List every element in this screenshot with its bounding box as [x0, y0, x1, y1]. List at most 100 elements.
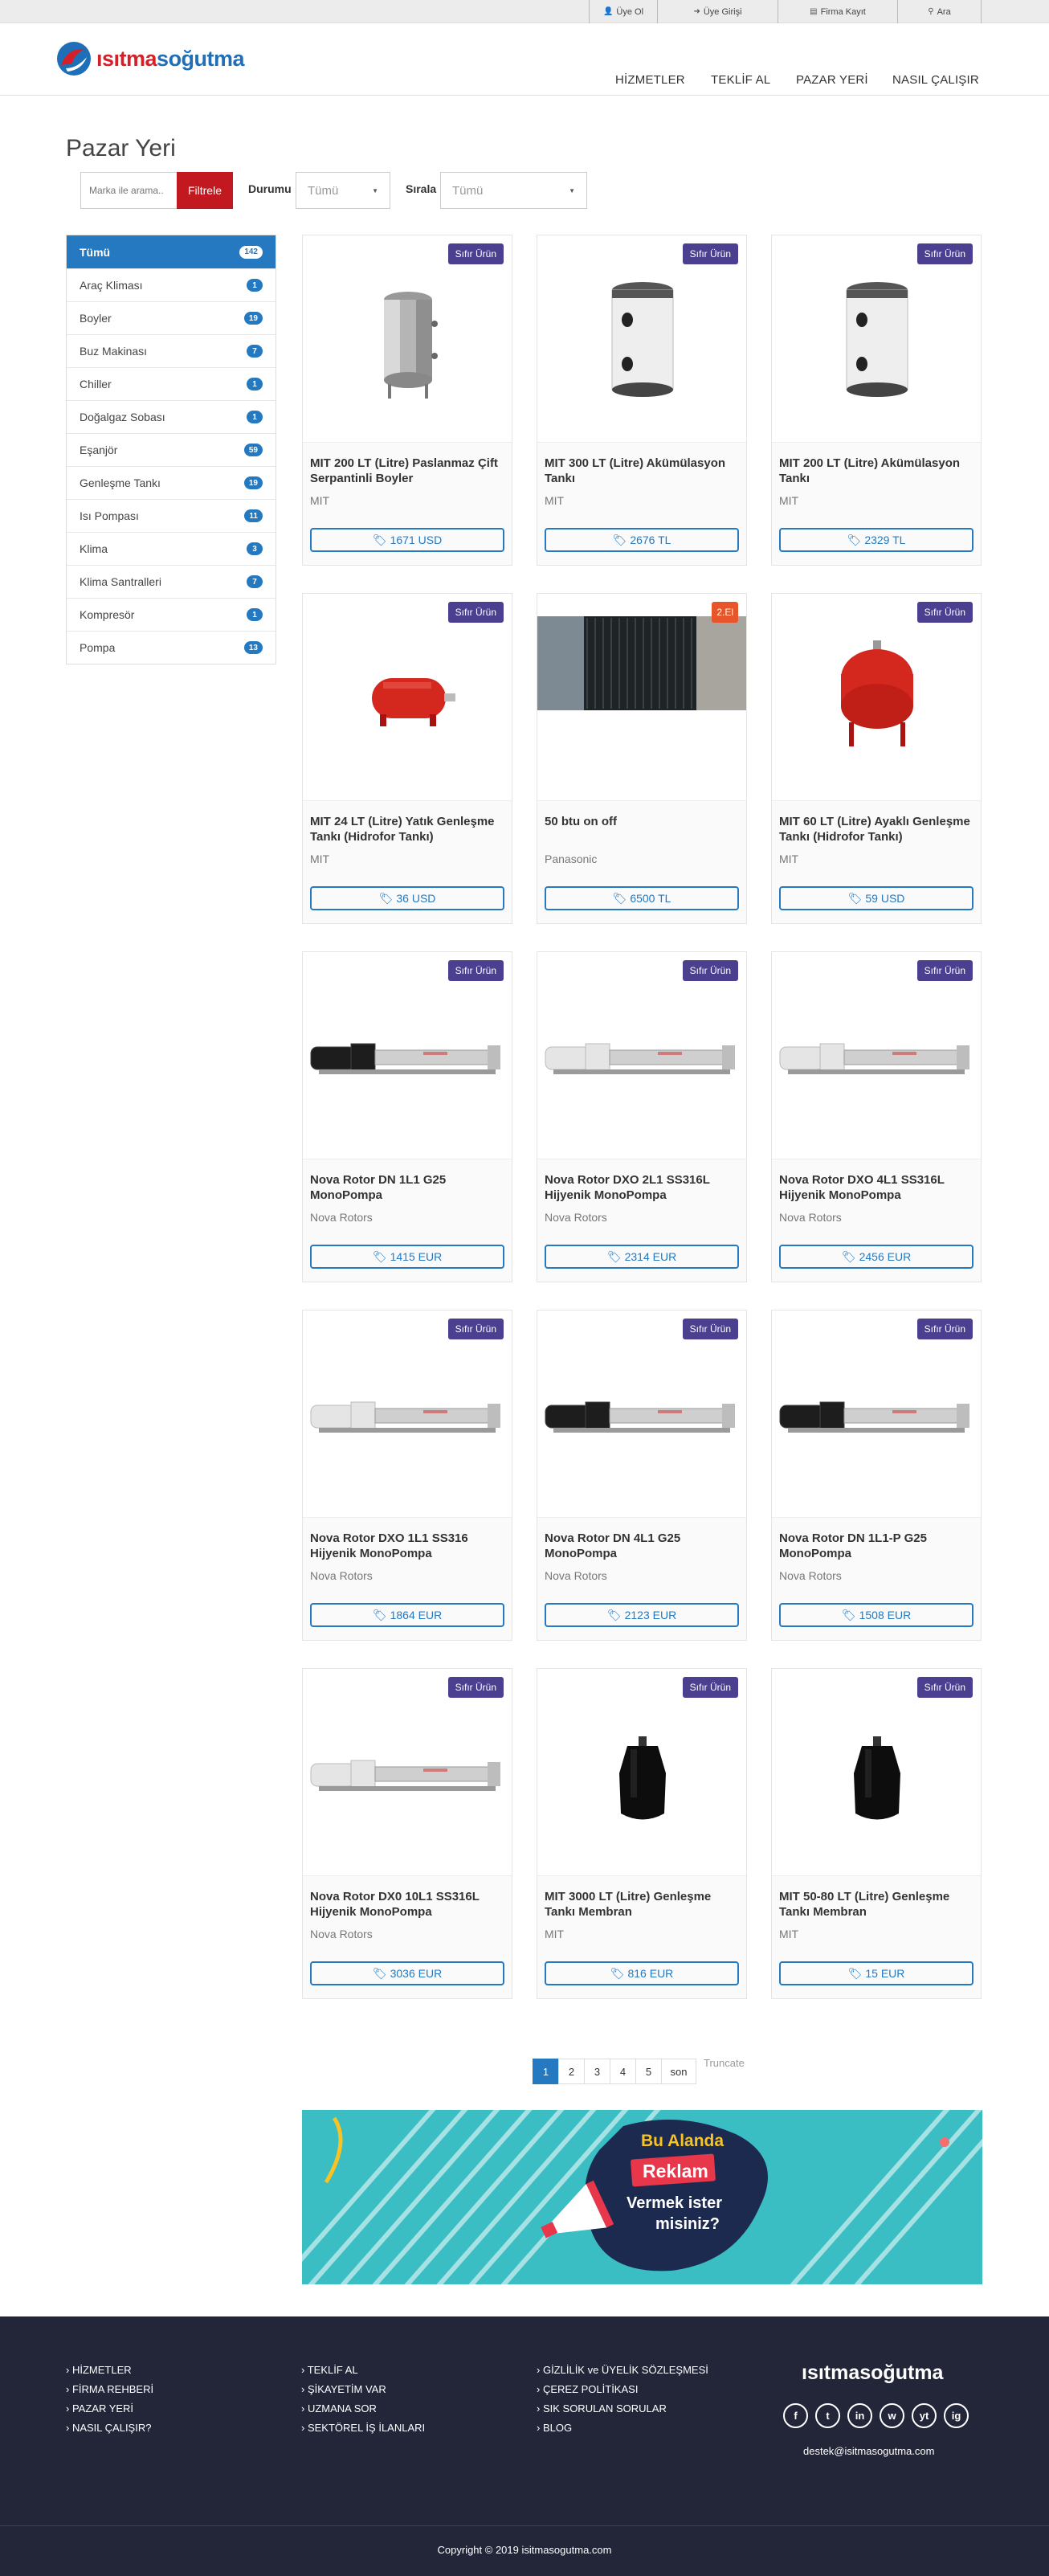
category-item[interactable]: Pompa 13 — [67, 631, 276, 664]
footer-link[interactable]: › UZMANA SOR — [301, 2399, 425, 2419]
product-title[interactable]: Nova Rotor DXO 4L1 SS316L Hijyenik MonoP… — [779, 1172, 973, 1203]
price-button[interactable]: 🏷 3036 EUR — [310, 1961, 504, 1985]
footer-link[interactable]: › BLOG — [537, 2419, 708, 2438]
category-item[interactable]: Eşanjör 59 — [67, 433, 276, 466]
product-title[interactable]: Nova Rotor DXO 2L1 SS316L Hijyenik MonoP… — [545, 1172, 739, 1203]
product-card[interactable]: Sıfır Ürün Nova Rotor DN 4L1 G25 MonoPom… — [537, 1310, 747, 1641]
brand-search-input[interactable] — [80, 172, 177, 209]
footer-email[interactable]: destek@isitmasogutma.com — [803, 2445, 934, 2457]
product-card[interactable]: Sıfır Ürün Nova Rotor DX0 10L1 SS316L Hi… — [302, 1668, 512, 1999]
product-card[interactable]: Sıfır Ürün Nova Rotor DXO 2L1 SS316L Hij… — [537, 951, 747, 1282]
product-card[interactable]: Sıfır Ürün Nova Rotor DN 1L1 G25 MonoPom… — [302, 951, 512, 1282]
nav-marketplace[interactable]: PAZAR YERİ — [796, 73, 868, 87]
footer-link[interactable]: › NASIL ÇALIŞIR? — [66, 2419, 153, 2438]
product-card[interactable]: Sıfır Ürün Nova Rotor DXO 1L1 SS316 Hijy… — [302, 1310, 512, 1641]
price-button[interactable]: 🏷 15 EUR — [779, 1961, 973, 1985]
product-title[interactable]: MIT 60 LT (Litre) Ayaklı Genleşme Tankı … — [779, 814, 973, 844]
product-image[interactable]: Sıfır Ürün — [303, 1669, 512, 1876]
category-item[interactable]: Klima Santralleri 7 — [67, 565, 276, 598]
register-link[interactable]: 👤 Üye Ol — [589, 0, 657, 23]
price-button[interactable]: 🏷 2314 EUR — [545, 1245, 739, 1269]
price-button[interactable]: 🏷 36 USD — [310, 886, 504, 910]
footer-link[interactable]: › TEKLİF AL — [301, 2361, 425, 2380]
filter-button[interactable]: Filtrele — [177, 172, 233, 209]
product-title[interactable]: Nova Rotor DN 4L1 G25 MonoPompa — [545, 1531, 739, 1561]
page-link[interactable]: 4 — [610, 2059, 636, 2084]
instagram-icon[interactable]: ig — [944, 2403, 969, 2428]
sort-select[interactable]: Tümü ▼ — [440, 172, 587, 209]
nav-services[interactable]: HİZMETLER — [615, 73, 685, 87]
category-item[interactable]: Klima 3 — [67, 532, 276, 565]
footer-link[interactable]: › GİZLİLİK ve ÜYELİK SÖZLEŞMESİ — [537, 2361, 708, 2380]
price-button[interactable]: 🏷 6500 TL — [545, 886, 739, 910]
category-item[interactable]: Buz Makinası 7 — [67, 334, 276, 367]
footer-link[interactable]: › PAZAR YERİ — [66, 2399, 153, 2419]
product-image[interactable]: Sıfır Ürün — [303, 1310, 512, 1518]
product-title[interactable]: MIT 300 LT (Litre) Akümülasyon Tankı — [545, 456, 739, 486]
category-item[interactable]: Kompresör 1 — [67, 598, 276, 631]
price-button[interactable]: 🏷 59 USD — [779, 886, 973, 910]
product-card[interactable]: Sıfır Ürün MIT 50-80 LT (Litre) Genleşme… — [771, 1668, 982, 1999]
product-image[interactable]: Sıfır Ürün — [537, 1669, 746, 1876]
product-image[interactable]: Sıfır Ürün — [772, 235, 981, 443]
youtube-icon[interactable]: yt — [912, 2403, 937, 2428]
product-title[interactable]: MIT 24 LT (Litre) Yatık Genleşme Tankı (… — [310, 814, 504, 844]
page-last-link[interactable]: son — [661, 2059, 696, 2084]
category-item[interactable]: Doğalgaz Sobası 1 — [67, 400, 276, 433]
product-image[interactable]: Sıfır Ürün — [772, 594, 981, 801]
price-button[interactable]: 🏷 816 EUR — [545, 1961, 739, 1985]
category-item[interactable]: Isı Pompası 11 — [67, 499, 276, 532]
product-card[interactable]: Sıfır Ürün Nova Rotor DXO 4L1 SS316L Hij… — [771, 951, 982, 1282]
product-image[interactable]: Sıfır Ürün — [772, 952, 981, 1159]
product-image[interactable]: Sıfır Ürün — [772, 1669, 981, 1876]
product-card[interactable]: Sıfır Ürün MIT 24 LT (Litre) Yatık Genle… — [302, 593, 512, 924]
product-card[interactable]: Sıfır Ürün MIT 200 LT (Litre) Paslanmaz … — [302, 235, 512, 566]
page-link[interactable]: 5 — [635, 2059, 662, 2084]
facebook-icon[interactable]: f — [783, 2403, 808, 2428]
price-button[interactable]: 🏷 2456 EUR — [779, 1245, 973, 1269]
product-title[interactable]: Nova Rotor DX0 10L1 SS316L Hijyenik Mono… — [310, 1889, 504, 1920]
price-button[interactable]: 🏷 1415 EUR — [310, 1245, 504, 1269]
whatsapp-icon[interactable]: w — [880, 2403, 904, 2428]
product-card[interactable]: Sıfır Ürün MIT 300 LT (Litre) Akümülasyo… — [537, 235, 747, 566]
nav-how-it-works[interactable]: NASIL ÇALIŞIR — [892, 73, 979, 87]
footer-link[interactable]: › SIK SORULAN SORULAR — [537, 2399, 708, 2419]
price-button[interactable]: 🏷 1508 EUR — [779, 1603, 973, 1627]
category-item[interactable]: Chiller 1 — [67, 367, 276, 400]
nav-get-offer[interactable]: TEKLİF AL — [711, 73, 770, 87]
firm-register-link[interactable]: ▤ Firma Kayıt — [778, 0, 897, 23]
product-image[interactable]: Sıfır Ürün — [537, 1310, 746, 1518]
product-card[interactable]: Sıfır Ürün MIT 3000 LT (Litre) Genleşme … — [537, 1668, 747, 1999]
page-link[interactable]: 3 — [584, 2059, 610, 2084]
footer-link[interactable]: › ŞİKAYETİM VAR — [301, 2380, 425, 2399]
category-item[interactable]: Tümü 142 — [67, 235, 276, 268]
product-card[interactable]: Sıfır Ürün MIT 200 LT (Litre) Akümülasyo… — [771, 235, 982, 566]
category-item[interactable]: Genleşme Tankı 19 — [67, 466, 276, 499]
product-image[interactable]: 2.El — [537, 594, 746, 801]
price-button[interactable]: 🏷 2676 TL — [545, 528, 739, 552]
product-title[interactable]: MIT 50-80 LT (Litre) Genleşme Tankı Memb… — [779, 1889, 973, 1920]
twitter-icon[interactable]: t — [815, 2403, 840, 2428]
category-item[interactable]: Boyler 19 — [67, 301, 276, 334]
category-item[interactable]: Araç Kliması 1 — [67, 268, 276, 301]
product-title[interactable]: Nova Rotor DN 1L1 G25 MonoPompa — [310, 1172, 504, 1203]
price-button[interactable]: 🏷 2123 EUR — [545, 1603, 739, 1627]
product-card[interactable]: Sıfır Ürün Nova Rotor DN 1L1-P G25 MonoP… — [771, 1310, 982, 1641]
site-logo[interactable]: ısıtmasoğutma — [56, 41, 245, 76]
login-link[interactable]: ➜ Üye Girişi — [657, 0, 778, 23]
footer-link[interactable]: › HİZMETLER — [66, 2361, 153, 2380]
product-title[interactable]: 50 btu on off — [545, 814, 739, 844]
product-title[interactable]: Nova Rotor DN 1L1-P G25 MonoPompa — [779, 1531, 973, 1561]
price-button[interactable]: 🏷 2329 TL — [779, 528, 973, 552]
price-button[interactable]: 🏷 1864 EUR — [310, 1603, 504, 1627]
product-title[interactable]: MIT 200 LT (Litre) Paslanmaz Çift Serpan… — [310, 456, 504, 486]
footer-link[interactable]: › FİRMA REHBERİ — [66, 2380, 153, 2399]
product-title[interactable]: Nova Rotor DXO 1L1 SS316 Hijyenik MonoPo… — [310, 1531, 504, 1561]
page-link[interactable]: 2 — [558, 2059, 585, 2084]
product-title[interactable]: MIT 3000 LT (Litre) Genleşme Tankı Membr… — [545, 1889, 739, 1920]
product-card[interactable]: 2.El 50 btu on off Panasonic 🏷 6500 TL — [537, 593, 747, 924]
linkedin-icon[interactable]: in — [847, 2403, 872, 2428]
footer-link[interactable]: › SEKTÖREL İŞ İLANLARI — [301, 2419, 425, 2438]
product-image[interactable]: Sıfır Ürün — [772, 1310, 981, 1518]
footer-link[interactable]: › ÇEREZ POLİTİKASI — [537, 2380, 708, 2399]
